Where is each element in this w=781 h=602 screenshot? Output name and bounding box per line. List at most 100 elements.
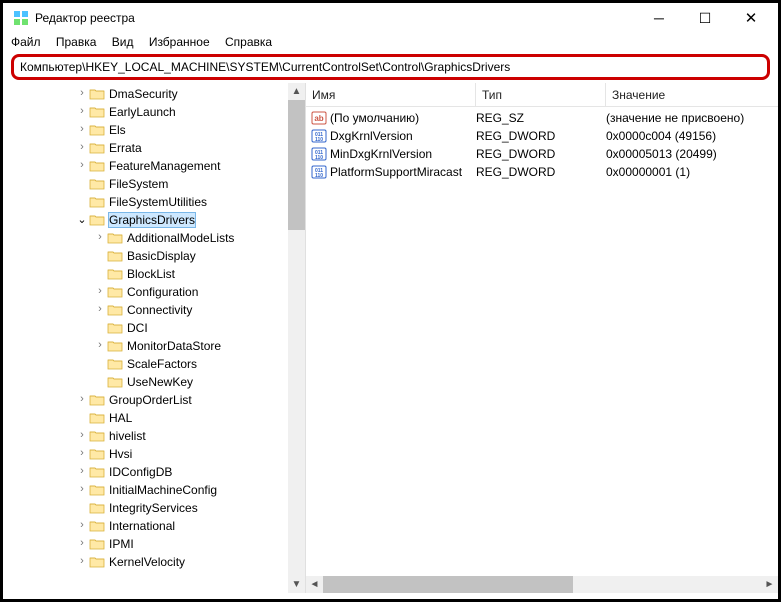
maximize-button[interactable]: ☐ bbox=[682, 3, 728, 33]
tree-node[interactable]: › Connectivity bbox=[3, 301, 305, 319]
chevron-right-icon[interactable]: › bbox=[75, 393, 89, 405]
chevron-right-icon[interactable]: › bbox=[75, 465, 89, 477]
scroll-down-arrow-icon[interactable]: ▼ bbox=[288, 576, 305, 593]
tree-node-label[interactable]: InitialMachineConfig bbox=[108, 483, 218, 497]
tree-node-label[interactable]: UseNewKey bbox=[126, 375, 194, 389]
tree-node-label[interactable]: GraphicsDrivers bbox=[108, 212, 196, 228]
tree-node[interactable]: › hivelist bbox=[3, 427, 305, 445]
tree-node-label[interactable]: KernelVelocity bbox=[108, 555, 186, 569]
scroll-track[interactable] bbox=[288, 230, 305, 576]
tree-scrollbar[interactable]: ▲ ▼ bbox=[288, 83, 305, 593]
tree-node[interactable]: › International bbox=[3, 517, 305, 535]
tree-node[interactable]: › IDConfigDB bbox=[3, 463, 305, 481]
tree-node[interactable]: ›DCI bbox=[3, 319, 305, 337]
tree-node[interactable]: › Errata bbox=[3, 139, 305, 157]
tree-node[interactable]: › FeatureManagement bbox=[3, 157, 305, 175]
tree-node[interactable]: ›BlockList bbox=[3, 265, 305, 283]
tree-node[interactable]: ⌄ GraphicsDrivers bbox=[3, 211, 305, 229]
tree-node-label[interactable]: BasicDisplay bbox=[126, 249, 197, 263]
column-name[interactable]: Имя bbox=[306, 83, 476, 106]
tree-node-label[interactable]: International bbox=[108, 519, 176, 533]
tree-node[interactable]: ›BasicDisplay bbox=[3, 247, 305, 265]
scroll-thumb[interactable] bbox=[288, 100, 305, 230]
values-scrollbar[interactable]: ◄ ► bbox=[306, 576, 778, 593]
address-input[interactable] bbox=[20, 60, 761, 74]
tree-node-label[interactable]: FileSystem bbox=[108, 177, 169, 191]
scroll-left-arrow-icon[interactable]: ◄ bbox=[306, 576, 323, 593]
chevron-right-icon[interactable]: › bbox=[75, 123, 89, 135]
tree-node-label[interactable]: FileSystemUtilities bbox=[108, 195, 208, 209]
chevron-right-icon[interactable]: › bbox=[75, 555, 89, 567]
menu-favorites[interactable]: Избранное bbox=[149, 35, 210, 49]
chevron-right-icon[interactable]: › bbox=[75, 429, 89, 441]
value-row[interactable]: 011110PlatformSupportMiracastREG_DWORD0x… bbox=[306, 163, 778, 181]
chevron-right-icon[interactable]: › bbox=[75, 537, 89, 549]
chevron-right-icon[interactable]: › bbox=[75, 519, 89, 531]
chevron-right-icon[interactable]: › bbox=[75, 141, 89, 153]
chevron-right-icon[interactable]: › bbox=[75, 105, 89, 117]
tree-node[interactable]: ›IntegrityServices bbox=[3, 499, 305, 517]
column-value[interactable]: Значение bbox=[606, 83, 778, 106]
value-row[interactable]: 011110DxgKrnlVersionREG_DWORD0x0000c004 … bbox=[306, 127, 778, 145]
tree-node[interactable]: › GroupOrderList bbox=[3, 391, 305, 409]
scroll-track[interactable] bbox=[573, 576, 761, 593]
chevron-right-icon[interactable]: › bbox=[75, 159, 89, 171]
tree-node[interactable]: › KernelVelocity bbox=[3, 553, 305, 571]
tree-node[interactable]: › MonitorDataStore bbox=[3, 337, 305, 355]
scroll-up-arrow-icon[interactable]: ▲ bbox=[288, 83, 305, 100]
tree-node[interactable]: › EarlyLaunch bbox=[3, 103, 305, 121]
tree-node[interactable]: ›UseNewKey bbox=[3, 373, 305, 391]
menu-edit[interactable]: Правка bbox=[56, 35, 97, 49]
chevron-right-icon[interactable]: › bbox=[93, 339, 107, 351]
tree-node-label[interactable]: BlockList bbox=[126, 267, 176, 281]
chevron-right-icon[interactable]: › bbox=[75, 447, 89, 459]
chevron-right-icon[interactable]: › bbox=[93, 303, 107, 315]
menu-view[interactable]: Вид bbox=[112, 35, 134, 49]
tree-node[interactable]: › Hvsi bbox=[3, 445, 305, 463]
tree-node-label[interactable]: DmaSecurity bbox=[108, 87, 179, 101]
tree-node[interactable]: ›FileSystemUtilities bbox=[3, 193, 305, 211]
tree-node-label[interactable]: DCI bbox=[126, 321, 149, 335]
tree-node-label[interactable]: Errata bbox=[108, 141, 143, 155]
chevron-down-icon[interactable]: ⌄ bbox=[75, 213, 89, 226]
tree-node[interactable]: › InitialMachineConfig bbox=[3, 481, 305, 499]
tree-node-label[interactable]: HAL bbox=[108, 411, 133, 425]
tree-node-label[interactable]: FeatureManagement bbox=[108, 159, 221, 173]
column-type[interactable]: Тип bbox=[476, 83, 606, 106]
tree-node-label[interactable]: Configuration bbox=[126, 285, 199, 299]
tree-node-label[interactable]: Connectivity bbox=[126, 303, 193, 317]
chevron-right-icon[interactable]: › bbox=[75, 483, 89, 495]
tree-node[interactable]: ›HAL bbox=[3, 409, 305, 427]
chevron-right-icon[interactable]: › bbox=[93, 231, 107, 243]
tree-node[interactable]: ›FileSystem bbox=[3, 175, 305, 193]
tree-node-label[interactable]: AdditionalModeLists bbox=[126, 231, 235, 245]
tree-node-label[interactable]: ScaleFactors bbox=[126, 357, 198, 371]
tree-node-label[interactable]: IPMI bbox=[108, 537, 135, 551]
tree-node-label[interactable]: Hvsi bbox=[108, 447, 133, 461]
tree-node-label[interactable]: IntegrityServices bbox=[108, 501, 199, 515]
minimize-button[interactable]: ─ bbox=[636, 3, 682, 33]
value-row[interactable]: ab(По умолчанию)REG_SZ(значение не присв… bbox=[306, 109, 778, 127]
tree-node-label[interactable]: EarlyLaunch bbox=[108, 105, 177, 119]
tree-node-label[interactable]: MonitorDataStore bbox=[126, 339, 222, 353]
tree-node-label[interactable]: GroupOrderList bbox=[108, 393, 193, 407]
tree-node-label[interactable]: Els bbox=[108, 123, 127, 137]
scroll-right-arrow-icon[interactable]: ► bbox=[761, 576, 778, 593]
menu-file[interactable]: Файл bbox=[11, 35, 41, 49]
close-button[interactable]: ✕ bbox=[728, 3, 774, 33]
tree-node[interactable]: ›ScaleFactors bbox=[3, 355, 305, 373]
scroll-thumb[interactable] bbox=[323, 576, 573, 593]
registry-tree[interactable]: › DmaSecurity › EarlyLaunch › Els › Errata › Feat… bbox=[3, 83, 305, 593]
chevron-right-icon[interactable]: › bbox=[93, 285, 107, 297]
tree-node[interactable]: › AdditionalModeLists bbox=[3, 229, 305, 247]
chevron-right-icon[interactable]: › bbox=[75, 87, 89, 99]
folder-icon bbox=[89, 465, 105, 479]
tree-node[interactable]: › Els bbox=[3, 121, 305, 139]
tree-node[interactable]: › IPMI bbox=[3, 535, 305, 553]
tree-node-label[interactable]: hivelist bbox=[108, 429, 147, 443]
tree-node-label[interactable]: IDConfigDB bbox=[108, 465, 173, 479]
menu-help[interactable]: Справка bbox=[225, 35, 272, 49]
tree-node[interactable]: › DmaSecurity bbox=[3, 85, 305, 103]
tree-node[interactable]: › Configuration bbox=[3, 283, 305, 301]
value-row[interactable]: 011110MinDxgKrnlVersionREG_DWORD0x000050… bbox=[306, 145, 778, 163]
